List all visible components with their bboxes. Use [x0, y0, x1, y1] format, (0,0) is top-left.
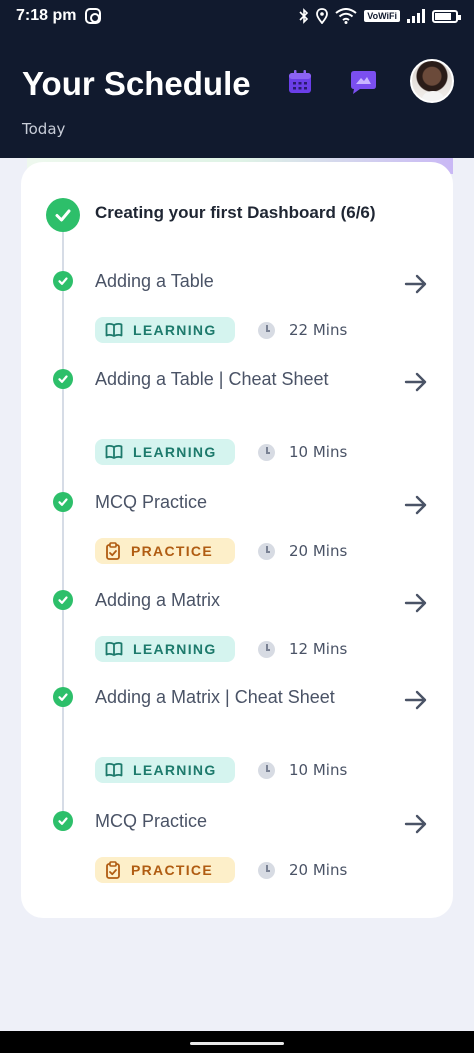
- item-title[interactable]: Adding a Matrix | Cheat Sheet: [95, 682, 335, 713]
- duration: 20 Mins: [258, 542, 347, 560]
- section-title: Creating your first Dashboard (6/6): [95, 203, 376, 222]
- practice-badge: PRACTICE: [95, 857, 235, 883]
- status-icons: VoWiFi: [299, 8, 461, 24]
- clock-icon: [258, 761, 275, 779]
- avatar[interactable]: [410, 59, 454, 103]
- duration-text: 20 Mins: [289, 542, 348, 560]
- app-header: Your Schedule Today: [0, 32, 474, 158]
- duration-text: 10 Mins: [289, 443, 348, 461]
- calendar-icon[interactable]: [286, 68, 314, 96]
- home-handle[interactable]: [190, 1042, 284, 1045]
- badge-label: LEARNING: [133, 762, 217, 778]
- status-time: 7:18 pm: [16, 7, 77, 24]
- badge-label: LEARNING: [133, 322, 217, 338]
- duration-text: 10 Mins: [289, 761, 348, 779]
- location-icon: [316, 8, 329, 24]
- page-title: Your Schedule: [22, 65, 251, 102]
- book-icon: [105, 322, 123, 338]
- arrow-right-icon[interactable]: [403, 811, 429, 837]
- book-icon: [105, 444, 123, 460]
- item-check-icon: [53, 811, 73, 831]
- clock-icon: [258, 861, 275, 879]
- item-title[interactable]: Adding a Table | Cheat Sheet: [95, 364, 335, 395]
- item-check-icon: [53, 492, 73, 512]
- system-nav-bar: [0, 1031, 474, 1053]
- battery-icon: [432, 9, 461, 23]
- book-icon: [105, 641, 123, 657]
- wifi-icon: [335, 8, 357, 24]
- clipboard-check-icon: [105, 861, 121, 879]
- arrow-right-icon[interactable]: [403, 590, 429, 616]
- learning-badge: LEARNING: [95, 317, 235, 343]
- item-check-icon: [53, 369, 73, 389]
- duration: 10 Mins: [258, 761, 347, 779]
- learning-badge: LEARNING: [95, 757, 235, 783]
- item-check-icon: [53, 687, 73, 707]
- item-title[interactable]: Adding a Matrix: [95, 585, 335, 616]
- duration: 20 Mins: [258, 861, 347, 879]
- item-check-icon: [53, 590, 73, 610]
- arrow-right-icon[interactable]: [403, 271, 429, 297]
- duration: 12 Mins: [258, 640, 347, 658]
- practice-badge: PRACTICE: [95, 538, 235, 564]
- clock-icon: [258, 321, 275, 339]
- signal-icon: [407, 9, 425, 23]
- clipboard-check-icon: [105, 542, 121, 560]
- arrow-right-icon[interactable]: [403, 687, 429, 713]
- clock-icon: [258, 640, 275, 658]
- item-title[interactable]: MCQ Practice: [95, 806, 335, 837]
- chat-icon[interactable]: [348, 68, 378, 96]
- bluetooth-icon: [299, 8, 309, 24]
- page-subtitle: Today: [22, 120, 66, 138]
- arrow-right-icon[interactable]: [403, 492, 429, 518]
- item-check-icon: [53, 271, 73, 291]
- vowifi-badge: VoWiFi: [364, 10, 400, 22]
- duration-text: 22 Mins: [289, 321, 348, 339]
- duration: 22 Mins: [258, 321, 347, 339]
- badge-label: LEARNING: [133, 641, 217, 657]
- badge-label: LEARNING: [133, 444, 217, 460]
- item-title[interactable]: Adding a Table: [95, 266, 335, 297]
- duration: 10 Mins: [258, 443, 347, 461]
- section-check-icon: [46, 198, 80, 232]
- book-icon: [105, 762, 123, 778]
- learning-badge: LEARNING: [95, 439, 235, 465]
- instagram-icon: [85, 8, 102, 24]
- badge-label: PRACTICE: [131, 862, 213, 878]
- badge-label: PRACTICE: [131, 543, 213, 559]
- item-title[interactable]: MCQ Practice: [95, 487, 335, 518]
- clock-icon: [258, 542, 275, 560]
- learning-badge: LEARNING: [95, 636, 235, 662]
- duration-text: 12 Mins: [289, 640, 348, 658]
- status-bar: 7:18 pm VoWiFi: [0, 0, 474, 32]
- arrow-right-icon[interactable]: [403, 369, 429, 395]
- timeline-line: [62, 232, 64, 824]
- clock-icon: [258, 443, 275, 461]
- duration-text: 20 Mins: [289, 861, 348, 879]
